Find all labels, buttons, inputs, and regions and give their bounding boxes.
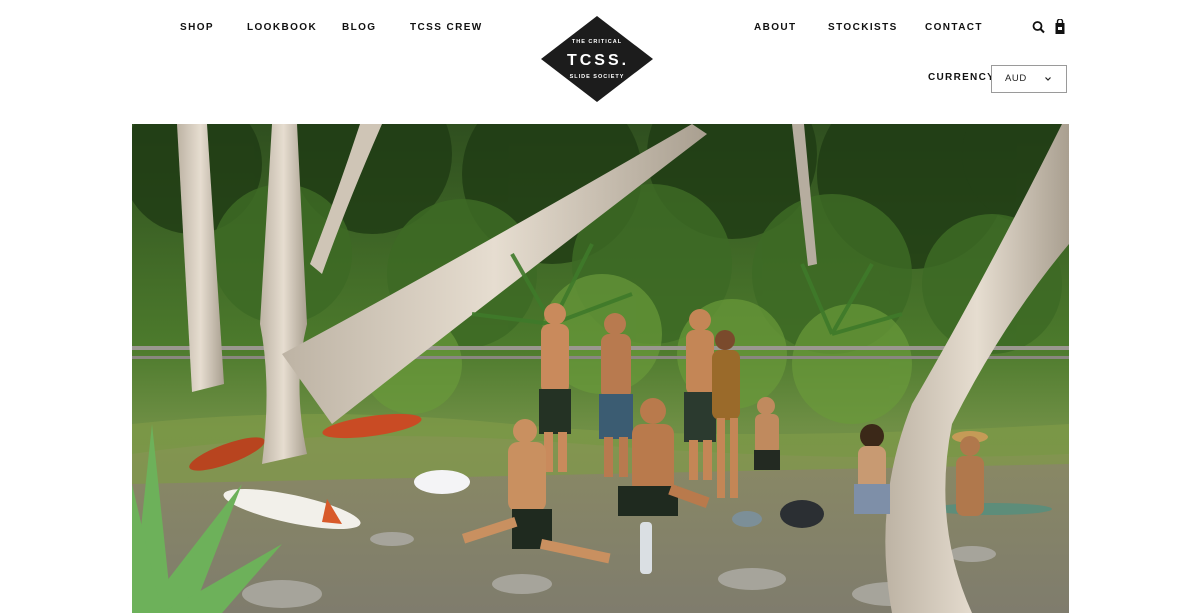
nav-stockists[interactable]: STOCKISTS (828, 22, 898, 34)
nav-tcss-crew[interactable]: TCSS CREW (410, 22, 483, 34)
nav-about[interactable]: ABOUT (754, 22, 797, 34)
nav-shop[interactable]: SHOP (180, 22, 214, 34)
hero-image (132, 124, 1069, 613)
search-icon[interactable] (1032, 19, 1046, 35)
nav-contact[interactable]: CONTACT (925, 22, 983, 34)
nav-blog[interactable]: BLOG (342, 22, 377, 34)
shopping-bag-icon[interactable] (1054, 18, 1068, 35)
currency-select[interactable]: AUD (991, 65, 1067, 93)
logo-main-text: TCSS. (567, 52, 629, 69)
hero-illustration (132, 124, 1069, 613)
logo-diamond: THE CRITICAL TCSS. SLIDE SOCIETY (541, 16, 653, 102)
tcss-logo[interactable]: THE CRITICAL TCSS. SLIDE SOCIETY (540, 16, 654, 102)
chevron-down-icon (1045, 77, 1051, 81)
logo-top-text: THE CRITICAL (572, 39, 622, 45)
currency-selected-value: AUD (1005, 73, 1027, 84)
currency-label: CURRENCY: (928, 72, 999, 83)
logo-bottom-text: SLIDE SOCIETY (570, 74, 625, 80)
nav-lookbook[interactable]: LOOKBOOK (247, 22, 317, 34)
